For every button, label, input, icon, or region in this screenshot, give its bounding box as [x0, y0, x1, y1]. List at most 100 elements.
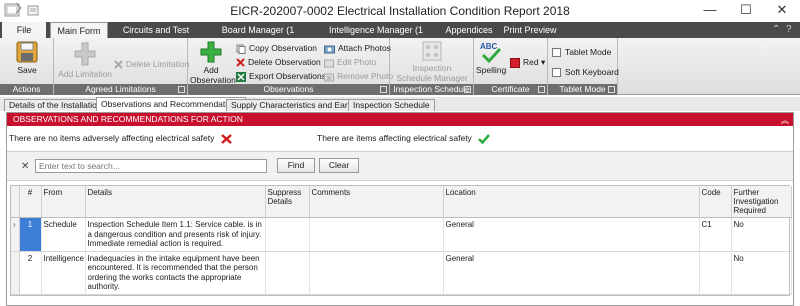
cell-further-investigation[interactable]: No [731, 217, 792, 252]
delete-limitation-button[interactable]: Delete Limitation [114, 58, 189, 70]
delete-x-icon [114, 60, 123, 69]
dialog-launcher-icon[interactable] [608, 86, 615, 93]
cell-from[interactable]: Schedule [41, 217, 86, 252]
collapse-panel-icon[interactable]: ︽ [781, 114, 789, 127]
schedule-grid-icon [422, 41, 442, 61]
tablet-mode-checkbox[interactable]: Tablet Mode [552, 46, 611, 58]
add-plus-icon [200, 41, 222, 63]
column-header-details[interactable]: Details [85, 186, 266, 218]
cell-details[interactable]: Inspection Schedule Item 1.1: Service ca… [85, 217, 266, 252]
spellcheck-icon: ABC [480, 42, 502, 64]
add-limitation-button[interactable]: Add Limitation [58, 40, 112, 79]
table-header-row: # From Details Suppress Details Comments… [11, 186, 792, 218]
row-indicator-header [11, 186, 20, 218]
tab-observations[interactable]: Observations and Recommendations [96, 97, 246, 111]
cell-location[interactable]: General [443, 217, 700, 252]
column-header-location[interactable]: Location [443, 186, 700, 218]
inspection-schedule-manager-button[interactable]: Inspection Schedule Manager [394, 40, 470, 83]
quick-access-icon[interactable] [26, 3, 40, 17]
spelling-button[interactable]: ABC Spelling [476, 40, 506, 75]
column-header-code[interactable]: Code [699, 186, 732, 218]
clear-button[interactable]: Clear [319, 158, 359, 173]
row-indicator [11, 251, 20, 295]
help-icon[interactable]: ? [786, 24, 792, 35]
edit-photo-button[interactable]: Edit Photo [324, 56, 376, 68]
cell-from[interactable]: Intelligence [41, 251, 86, 295]
cell-suppress-details[interactable] [265, 251, 310, 295]
remove-photo-icon [324, 73, 334, 82]
observations-panel: OBSERVATIONS AND RECOMMENDATIONS FOR ACT… [6, 112, 794, 306]
row-number[interactable]: 2 [19, 251, 42, 295]
group-label-certificate: Certificate [474, 84, 547, 95]
add-plus-icon [74, 42, 96, 66]
group-label-observations: Observations [188, 84, 389, 95]
cell-suppress-details[interactable] [265, 217, 310, 252]
excel-icon [236, 71, 246, 82]
row-number[interactable]: 1 [19, 217, 42, 252]
dialog-launcher-icon[interactable] [178, 86, 185, 93]
group-label-actions: Actions [0, 84, 53, 95]
add-limitation-label: Add Limitation [58, 69, 112, 79]
status-no-items: There are no items adversely affecting e… [9, 133, 232, 144]
cell-comments[interactable] [309, 251, 444, 295]
group-observations: Add Observation Copy Observation Delete … [188, 38, 393, 95]
table-row[interactable]: › 1 Schedule Inspection Schedule Item 1.… [11, 217, 792, 252]
tab-file[interactable]: File [2, 22, 46, 38]
remove-photo-button[interactable]: Remove Photo [324, 70, 393, 82]
tab-inspection-schedule[interactable]: Inspection Schedule [348, 99, 435, 111]
cell-comments[interactable] [309, 217, 444, 252]
attach-photo-icon [324, 45, 335, 54]
soft-keyboard-checkbox[interactable]: Soft Keyboard [552, 66, 619, 78]
cell-details[interactable]: Inadequacies in the intake equipment hav… [85, 251, 266, 295]
group-agreed-limitations: Add Limitation Delete Limitation Agreed … [54, 38, 189, 95]
close-button[interactable]: ✕ [764, 0, 800, 22]
chevron-down-icon: ▾ [540, 57, 546, 67]
row-pointer-icon: › [11, 217, 20, 252]
tab-print-preview[interactable]: Print Preview [500, 22, 560, 38]
column-header-number[interactable]: # [19, 186, 42, 218]
dialog-launcher-icon[interactable] [380, 86, 387, 93]
attach-photos-button[interactable]: Attach Photos [324, 42, 391, 54]
export-observations-button[interactable]: Export Observations [236, 70, 326, 82]
tab-board-manager[interactable]: Board Manager (1 Board) [208, 22, 308, 51]
copy-observation-button[interactable]: Copy Observation [236, 42, 317, 54]
table-row[interactable]: 2 Intelligence Inadequacies in the intak… [11, 251, 792, 295]
search-bar: ✕ Find Clear [7, 151, 793, 181]
cell-location[interactable]: General [443, 251, 700, 295]
search-input[interactable] [35, 159, 267, 173]
minimize-button[interactable]: — [692, 0, 728, 22]
observations-table: # From Details Suppress Details Comments… [10, 185, 792, 296]
clear-search-icon[interactable]: ✕ [21, 161, 29, 172]
save-icon [16, 41, 38, 63]
colour-dropdown[interactable]: Red ▾ [510, 56, 545, 68]
cell-code[interactable] [699, 251, 732, 295]
green-tick-icon [478, 133, 491, 144]
tab-intelligence-manager[interactable]: Intelligence Manager (1 Statement) [312, 22, 440, 51]
save-button[interactable]: Save [6, 40, 48, 75]
column-header-further-investigation[interactable]: Further Investigation Required [731, 186, 792, 218]
column-header-from[interactable]: From [41, 186, 86, 218]
dialog-launcher-icon[interactable] [464, 86, 471, 93]
group-inspection-schedule: Inspection Schedule Manager Inspection S… [390, 38, 474, 95]
delete-observation-button[interactable]: Delete Observation [236, 56, 321, 68]
maximize-button[interactable]: ☐ [728, 0, 764, 22]
svg-text:ABC: ABC [480, 42, 498, 51]
checkbox-icon [552, 48, 561, 58]
add-observation-button[interactable]: Add Observation [190, 40, 236, 85]
find-button[interactable]: Find [277, 158, 315, 173]
tab-circuits[interactable]: Circuits and Test Results [110, 22, 202, 51]
cell-further-investigation[interactable]: No [731, 251, 792, 295]
status-items: There are items affecting electrical saf… [317, 133, 491, 144]
cell-code[interactable]: C1 [699, 217, 732, 252]
column-header-comments[interactable]: Comments [309, 186, 444, 218]
tab-main-form[interactable]: Main Form [50, 22, 108, 38]
group-certificate: ABC Spelling Red ▾ Certificate [474, 38, 548, 95]
column-header-suppress-details[interactable]: Suppress Details [265, 186, 310, 218]
tab-appendices[interactable]: Appendices [444, 22, 494, 38]
group-tablet-mode: Tablet Mode Soft Keyboard Tablet Mode [548, 38, 619, 95]
ribbon-collapse-icon[interactable]: ⌃ [772, 24, 780, 35]
checkbox-icon [552, 68, 561, 78]
group-actions: Save Actions [0, 38, 54, 95]
tab-details-of-installation[interactable]: Details of the Installation [4, 99, 107, 111]
dialog-launcher-icon[interactable] [538, 86, 545, 93]
